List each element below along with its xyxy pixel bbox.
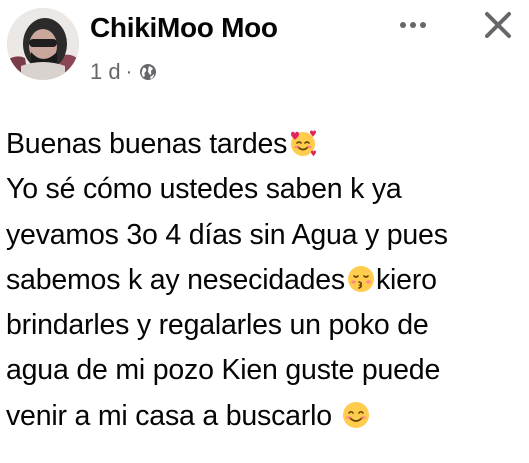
smiling-face-with-hearts-icon (288, 128, 318, 158)
smiling-face-with-smiling-eyes-icon (341, 400, 371, 430)
post-line: venir a mi casa a buscarlo (6, 394, 521, 439)
post-line: brindarles y regalarles un poko de (6, 309, 429, 342)
facebook-post: ChikiMoo Moo 1 d · Buenas buenas tardes … (0, 0, 529, 463)
more-horizontal-icon (400, 22, 426, 28)
post-line: Buenas buenas tardes (6, 122, 521, 167)
author-avatar[interactable] (7, 8, 79, 80)
profile-photo-icon (7, 8, 79, 80)
post-line-text-after: kiero (375, 263, 437, 296)
post-line-text: venir a mi casa a buscarlo (6, 399, 340, 432)
close-button[interactable] (475, 4, 521, 46)
post-line: yevamos 3o 4 días sin Agua y pues (6, 218, 448, 251)
post-time[interactable]: 1 d (90, 60, 121, 84)
kissing-face-with-closed-eyes-icon (346, 264, 376, 294)
post-line: sabemos k ay nesecidades kiero (6, 258, 521, 303)
post-header: ChikiMoo Moo 1 d · (0, 0, 529, 100)
more-options-button[interactable] (393, 8, 433, 42)
close-icon (485, 12, 511, 38)
meta-separator: · (125, 61, 133, 83)
post-line-text: sabemos k ay nesecidades (6, 263, 345, 296)
post-line-text: Buenas buenas tardes (6, 128, 288, 160)
author-name[interactable]: ChikiMoo Moo (90, 12, 278, 44)
post-body: Buenas buenas tardes Yo sé cómo ustedes … (6, 122, 521, 439)
post-line: agua de mi pozo Kien guste puede (6, 354, 441, 387)
post-meta: 1 d · (90, 60, 157, 84)
post-line: Yo sé cómo ustedes saben k ya (6, 173, 402, 206)
globe-icon[interactable] (139, 63, 157, 81)
